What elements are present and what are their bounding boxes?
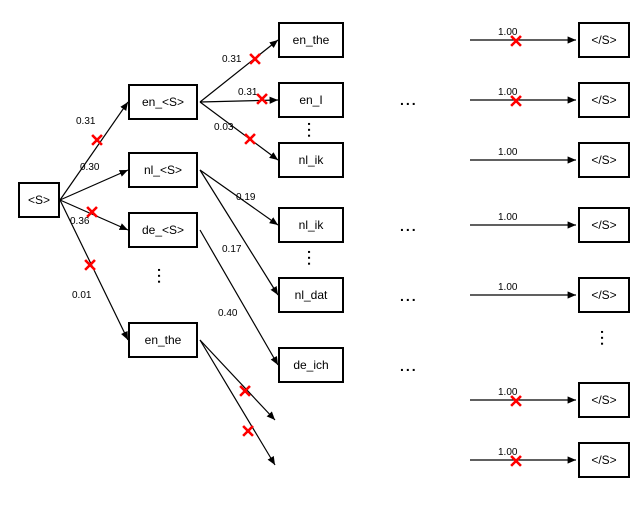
node-nl-ik-b-label: nl_ik [299,218,324,232]
node-de-s-label: de_<S> [142,223,184,237]
node-en-the-label: en_the [293,33,330,47]
prune-icon: ✕ [82,256,97,277]
terminal-6-label: </S> [591,453,616,467]
ellipsis-mid-4: ... [400,358,418,374]
node-en-s-label: en_<S> [142,95,184,109]
prob-root-enthe: 0.01 [72,290,91,301]
terminal-1: </S> [578,82,630,118]
prune-icon: ✕ [247,50,262,71]
terminal-0: </S> [578,22,630,58]
node-en-the: en_the [278,22,344,58]
node-en-s: en_<S> [128,84,198,120]
node-en-the-l1-label: en_the [145,333,182,347]
node-nl-dat-label: nl_dat [295,288,328,302]
node-en-the-l1: en_the [128,322,198,358]
prob-en-enthe: 0.31 [222,54,241,65]
prune-icon: ✕ [89,131,104,152]
ellipsis-mid-1: ... [400,92,418,108]
node-nl-s: nl_<S> [128,152,198,188]
node-de-s: de_<S> [128,212,198,248]
terminal-4: </S> [578,277,630,313]
terminal-3-label: </S> [591,218,616,232]
terminal-5: </S> [578,382,630,418]
prune-icon: ✕ [242,130,257,151]
root-node: <S> [18,182,60,218]
prune-icon: ✕ [508,32,523,53]
prob-de-deich: 0.40 [218,308,237,319]
ellipsis-l1: ... [155,268,171,286]
prob-root-nl: 0.30 [80,162,99,173]
prob-en-nlik: 0.03 [214,122,233,133]
ellipsis-mid-3: ... [400,288,418,304]
prune-icon: ✕ [254,90,269,111]
node-nl-ik-a-label: nl_ik [299,153,324,167]
prune-icon: ✕ [508,452,523,473]
prob-term-3: 1.00 [498,212,517,223]
node-en-i-label: en_I [299,93,322,107]
terminal-0-label: </S> [591,33,616,47]
prune-icon: ✕ [508,92,523,113]
ellipsis-l2a: ... [305,122,321,140]
prob-root-en: 0.31 [76,116,95,127]
prune-icon: ✕ [240,422,255,443]
terminal-2-label: </S> [591,153,616,167]
node-nl-ik-b: nl_ik [278,207,344,243]
prob-nl-nldat: 0.17 [222,244,241,255]
node-en-i: en_I [278,82,344,118]
ellipsis-mid-2: ... [400,218,418,234]
node-nl-ik-a: nl_ik [278,142,344,178]
ellipsis-term: ... [598,330,614,348]
terminal-2: </S> [578,142,630,178]
terminal-5-label: </S> [591,393,616,407]
prob-nl-nlik: 0.19 [236,192,255,203]
root-label: <S> [28,193,50,207]
node-nl-s-label: nl_<S> [144,163,182,177]
ellipsis-l2b: ... [305,250,321,268]
node-de-ich: de_ich [278,347,344,383]
prune-icon: ✕ [508,392,523,413]
node-nl-dat: nl_dat [278,277,344,313]
prob-term-2: 1.00 [498,147,517,158]
terminal-3: </S> [578,207,630,243]
prob-term-4: 1.00 [498,282,517,293]
prune-icon: ✕ [84,203,99,224]
terminal-4-label: </S> [591,288,616,302]
node-de-ich-label: de_ich [293,358,328,372]
terminal-1-label: </S> [591,93,616,107]
prune-icon: ✕ [237,382,252,403]
terminal-6: </S> [578,442,630,478]
